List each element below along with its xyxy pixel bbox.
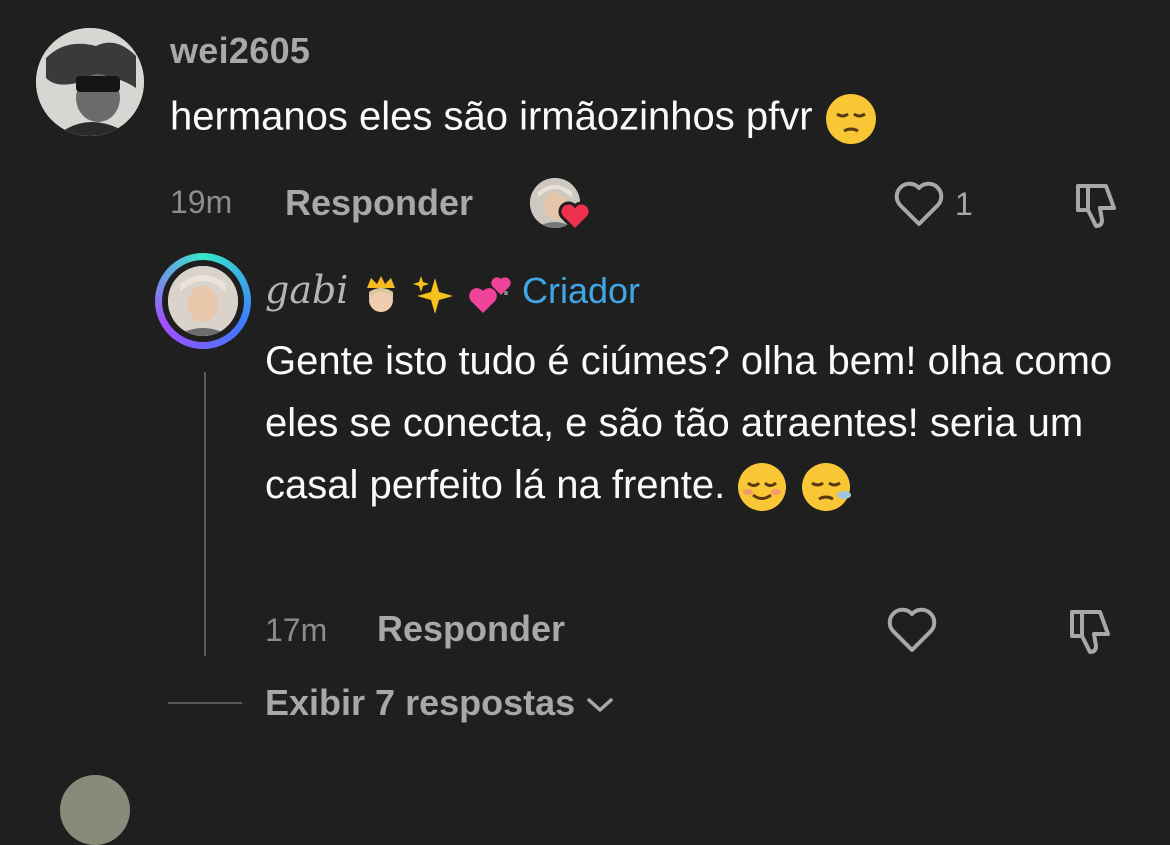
creator-username-text: gabi — [265, 268, 349, 312]
commenter-username[interactable]: wei2605 — [170, 30, 310, 72]
creator-label-text: Criador — [522, 270, 641, 311]
comment-dislike-button[interactable] — [1072, 180, 1124, 230]
heart-outline-icon — [887, 607, 937, 652]
thumbs-down-icon — [1070, 610, 1110, 654]
commenter-avatar[interactable] — [36, 28, 144, 136]
view-replies-label: Exibir 7 respostas — [265, 682, 576, 723]
reply-text: Gente isto tudo é ciúmes? olha bem! olha… — [265, 330, 1145, 516]
comment-like-button[interactable] — [893, 180, 945, 228]
view-replies-button[interactable]: Exibir 7 respostas — [265, 682, 615, 724]
reply-button[interactable]: Responder — [285, 182, 473, 224]
comment-like-count: 1 — [955, 186, 973, 222]
chevron-down-icon — [585, 695, 615, 715]
reply-like-button[interactable] — [886, 606, 938, 654]
reply-text-content: Gente isto tudo é ciúmes? olha bem! olha… — [265, 339, 1113, 507]
crowned-person-emoji — [361, 274, 401, 314]
comment-text-content: hermanos eles são irmãozinhos pfvr — [170, 94, 813, 139]
creator-label: · Criador — [500, 270, 640, 312]
reply-timestamp: 17m — [265, 612, 328, 648]
sparkles-emoji — [412, 274, 455, 314]
creator-username[interactable]: gabi — [265, 268, 513, 315]
comment-text: hermanos eles são irmãozinhos pfvr — [170, 92, 878, 146]
reply-dislike-button[interactable] — [1066, 606, 1118, 656]
pensive-face-emoji — [824, 92, 878, 146]
view-replies-divider — [168, 702, 242, 704]
sleepy-face-emoji — [800, 461, 852, 513]
relieved-face-emoji — [736, 461, 788, 513]
creator-liked-heart-icon — [558, 200, 592, 232]
reply-reply-button[interactable]: Responder — [377, 608, 565, 650]
creator-avatar[interactable] — [168, 266, 238, 336]
next-comment-avatar[interactable] — [60, 775, 130, 845]
separator-dot: · — [500, 270, 512, 311]
thumbs-down-icon — [1076, 184, 1116, 228]
heart-outline-icon — [894, 181, 944, 226]
comment-timestamp: 19m — [170, 184, 233, 220]
thread-line — [204, 372, 206, 656]
